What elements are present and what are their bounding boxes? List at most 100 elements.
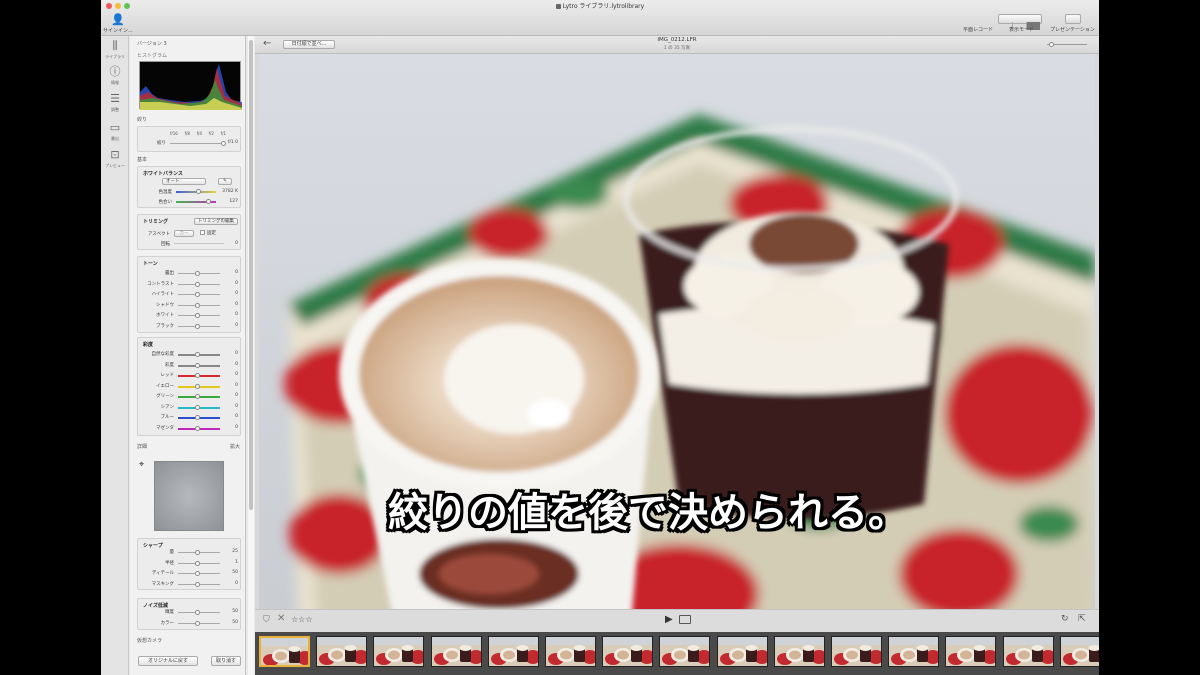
slider-knob[interactable] xyxy=(195,302,200,308)
rating-stars[interactable]: ☆☆☆ xyxy=(291,615,313,624)
zoom-slider-knob[interactable] xyxy=(1049,42,1054,47)
eyedropper-button[interactable]: ✎ xyxy=(218,178,232,185)
filmstrip-thumbnail[interactable] xyxy=(945,636,997,667)
undo-button[interactable]: 取り消す xyxy=(211,656,241,666)
filmstrip-thumbnail[interactable] xyxy=(373,636,425,667)
library-mode-button[interactable]: ⫼ ライブラリ xyxy=(101,40,129,60)
library-icon: ⫼ xyxy=(112,39,118,52)
flat-view-label: 平面レコード xyxy=(963,27,994,33)
version-label: バージョン 3 xyxy=(137,41,167,47)
filmstrip-thumbnail[interactable] xyxy=(888,636,940,667)
slider-label: 量 xyxy=(169,550,175,555)
viewer-navbar: ← 日付順で並べ... IMG_0212.LFR 1 の 35 写真 xyxy=(255,36,1099,54)
slider-knob[interactable] xyxy=(195,560,200,566)
filmstrip-thumbnail[interactable] xyxy=(430,636,482,667)
filmstrip-thumbnail[interactable] xyxy=(773,636,825,667)
histogram-graph xyxy=(140,64,242,110)
lock-aspect-label: 固定 xyxy=(207,231,216,236)
export-mode-button[interactable]: ▭ 書出 xyxy=(101,122,129,142)
info-mode-button[interactable]: ⓘ 情報 xyxy=(101,66,129,86)
slider-knob[interactable] xyxy=(195,323,200,329)
aperture-scale-f16: f/16 xyxy=(170,131,178,136)
slider-knob[interactable] xyxy=(195,620,200,626)
slider-knob[interactable] xyxy=(195,362,200,368)
white-balance-preset-select[interactable]: オート xyxy=(162,178,206,185)
slider-label: シアン xyxy=(160,404,174,410)
slideshow-icon[interactable] xyxy=(679,615,691,624)
lock-aspect-checkbox[interactable] xyxy=(200,230,205,235)
filmstrip-thumbnail[interactable] xyxy=(259,636,310,667)
temperature-label: 色温度 xyxy=(158,190,173,195)
filmstrip-thumbnail[interactable] xyxy=(1002,636,1054,667)
filmstrip-thumbnail[interactable] xyxy=(316,636,368,667)
sign-in-label[interactable]: サインイン... xyxy=(103,27,133,34)
slider-knob[interactable] xyxy=(195,571,200,576)
flag-icon[interactable]: ⛉ xyxy=(263,615,270,625)
slider-knob[interactable] xyxy=(195,352,200,357)
aperture-row-label: 絞り xyxy=(157,141,166,146)
presentation-button[interactable] xyxy=(1065,14,1081,24)
slider-knob[interactable] xyxy=(195,313,200,318)
view-mode-segmented[interactable] xyxy=(998,14,1042,30)
adjust-icon: ☰ xyxy=(110,92,120,105)
aperture-scale-f8: f/8 xyxy=(184,131,190,136)
video-subtitle: 絞りの値を後で決められる。 xyxy=(388,490,908,536)
aperture-scale-f1: f/1 xyxy=(220,131,226,136)
slider-label: マゼンタ xyxy=(156,425,174,431)
slider-knob[interactable] xyxy=(195,404,200,410)
slider-knob[interactable] xyxy=(195,415,200,420)
slider-knob[interactable] xyxy=(195,281,200,287)
filmstrip-thumbnail[interactable] xyxy=(1059,636,1099,667)
crop-edit-button[interactable]: トリミングの編集 xyxy=(194,218,238,225)
slider-knob[interactable] xyxy=(195,425,200,431)
panel-scrollbar[interactable] xyxy=(248,36,254,675)
slider-knob[interactable] xyxy=(195,550,200,555)
filmstrip-thumbnail[interactable] xyxy=(716,636,768,667)
reset-original-button[interactable]: オリジナルに戻す xyxy=(138,656,198,666)
slider-label: シャドウ xyxy=(156,302,174,308)
slider-label: コントラスト xyxy=(147,281,174,287)
slider-knob[interactable] xyxy=(195,373,200,378)
slider-label: マスキング xyxy=(151,581,174,587)
aspect-select[interactable]: カー xyxy=(174,230,194,237)
slider-knob[interactable] xyxy=(195,394,200,399)
photo-count: 1 の 35 写真 xyxy=(663,46,691,51)
slider-label: グリーン xyxy=(156,394,174,399)
user-icon[interactable]: 👤 xyxy=(111,13,125,26)
histogram-label: ヒストグラム xyxy=(137,53,167,59)
sharpen-title: シャープ xyxy=(143,543,163,549)
slider-knob[interactable] xyxy=(195,292,200,297)
filmstrip-thumbnail[interactable] xyxy=(602,636,654,667)
rotate-icon[interactable]: ↻ xyxy=(1061,614,1069,624)
slider-value: 0 xyxy=(235,393,238,398)
slider-value: 0 xyxy=(235,270,238,275)
tint-value: 127 xyxy=(229,199,238,204)
file-name: IMG_0212.LFR xyxy=(657,37,697,43)
noise-title: ノイズ低減 xyxy=(143,603,168,609)
slider-knob[interactable] xyxy=(195,383,200,389)
window-title: Lytro ライブラリ.lytrolibrary xyxy=(101,1,1099,10)
temperature-slider-knob[interactable] xyxy=(196,189,201,194)
photo-image xyxy=(259,54,1095,646)
adjust-mode-button[interactable]: ☰ 調整 xyxy=(101,93,129,113)
share-icon[interactable]: ⇱ xyxy=(1078,614,1086,624)
slider-knob[interactable] xyxy=(195,610,200,615)
main-viewer: ← 日付順で並べ... IMG_0212.LFR 1 の 35 写真 ⛉ ✕ ☆… xyxy=(255,36,1099,675)
target-icon[interactable]: ⌖ xyxy=(139,460,144,470)
filmstrip-thumbnail[interactable] xyxy=(545,636,596,667)
preview-mode-button[interactable]: ⊡ プレビュー xyxy=(101,149,129,169)
aperture-slider-track[interactable] xyxy=(170,143,226,144)
filmstrip-thumbnail[interactable] xyxy=(487,636,539,667)
filmstrip-thumbnail[interactable] xyxy=(831,636,882,667)
filmstrip-thumbnail[interactable] xyxy=(659,636,711,667)
slider-knob[interactable] xyxy=(195,581,200,587)
play-icon[interactable]: ▶ xyxy=(665,614,673,625)
info-mode-label: 情報 xyxy=(111,80,119,85)
slider-value: 0 xyxy=(235,580,238,586)
rotate-slider-track[interactable] xyxy=(174,243,224,244)
panel-scrollbar-thumb[interactable] xyxy=(249,40,253,510)
tint-slider-knob[interactable] xyxy=(206,199,211,204)
slider-knob[interactable] xyxy=(195,271,200,276)
photo-canvas[interactable] xyxy=(259,54,1095,646)
reject-icon[interactable]: ✕ xyxy=(277,613,285,624)
